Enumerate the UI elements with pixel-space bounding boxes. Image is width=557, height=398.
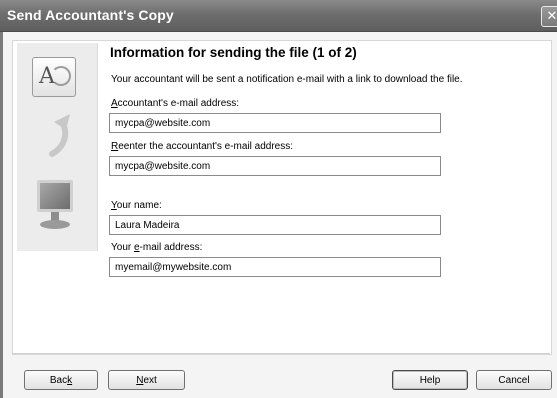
close-button[interactable]: ✕ (541, 6, 557, 27)
arrow-icon (49, 114, 70, 157)
button-separator (12, 353, 550, 354)
your-email-field[interactable]: myemail@mywebsite.com (109, 257, 441, 277)
reenter-email-field[interactable]: mycpa@website.com (109, 156, 441, 176)
page-heading: Information for sending the file (1 of 2… (110, 45, 357, 60)
back-button[interactable]: Back (24, 370, 98, 390)
swirl-icon (51, 66, 71, 86)
close-icon: ✕ (546, 8, 557, 23)
reenter-email-label: Reenter the accountant's e-mail address: (111, 141, 294, 152)
monitor-icon (37, 180, 73, 212)
accountant-email-label: Accountant's e-mail address: (111, 98, 240, 109)
your-name-label: Your name: (111, 200, 162, 211)
title-bar: Send Accountant's Copy ✕ (0, 0, 557, 32)
description-text: Your accountant will be sent a notificat… (111, 74, 463, 85)
monitor-base (40, 220, 70, 229)
your-name-field[interactable]: Laura Madeira (109, 215, 441, 235)
help-button[interactable]: Help (392, 370, 468, 390)
accountant-email-field[interactable]: mycpa@website.com (109, 113, 441, 133)
cancel-button[interactable]: Cancel (476, 370, 552, 390)
document-icon: A (32, 57, 76, 97)
window-title: Send Accountant's Copy (7, 7, 174, 23)
your-email-label: Your e-mail address: (111, 242, 203, 253)
next-button[interactable]: Next (108, 370, 185, 390)
